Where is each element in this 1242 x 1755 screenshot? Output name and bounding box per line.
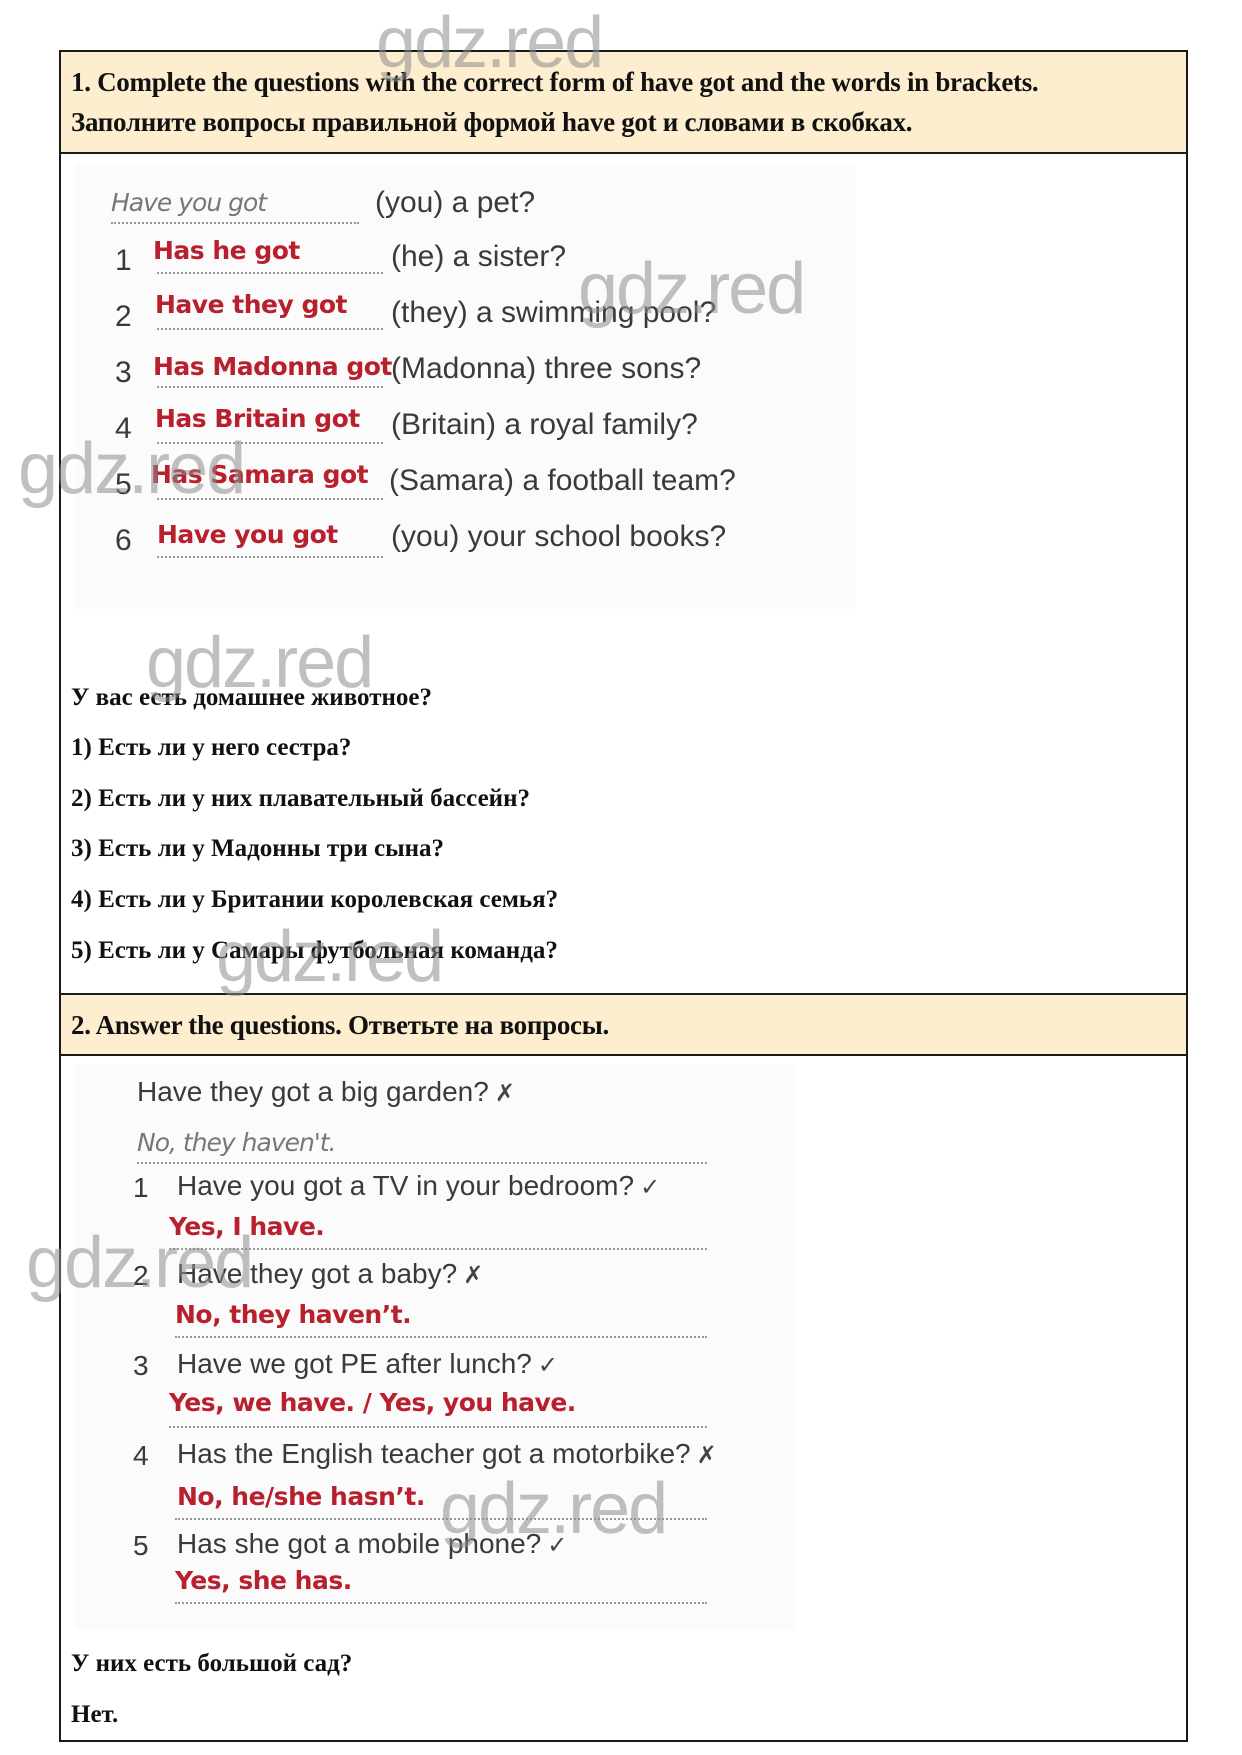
item-prompt: (he) a sister? xyxy=(391,240,567,273)
answer-blank xyxy=(157,272,383,274)
item-number: 4 xyxy=(133,1440,149,1471)
translation-line: 4) Есть ли у Британии королевская семья? xyxy=(71,886,559,913)
item-answer: Have they got xyxy=(155,290,347,319)
item-number: 3 xyxy=(115,356,132,389)
translation-line: 1) Есть ли у него сестра? xyxy=(71,734,352,761)
exercise-table: 1. Complete the questions with the corre… xyxy=(59,50,1188,1742)
item-question: Have you got a TV in your bedroom? ✓ xyxy=(177,1170,660,1202)
example-answer: No, they haven't. xyxy=(137,1128,336,1157)
exercise-1-header: 1. Complete the questions with the corre… xyxy=(61,52,1186,154)
translation-line: 2) Есть ли у них плавательный бассейн? xyxy=(71,785,530,812)
item-answer: Have you got xyxy=(157,520,338,549)
answer-blank xyxy=(111,222,359,224)
check-mark-icon: ✓ xyxy=(547,1531,568,1559)
question-text: Has she got a mobile phone? xyxy=(177,1528,542,1559)
exercise-2-title: 2. Answer the questions. Ответьте на воп… xyxy=(71,1010,609,1040)
answer-blank xyxy=(169,1248,707,1250)
answer-blank xyxy=(175,1602,707,1604)
example-prompt: (you) a pet? xyxy=(375,186,536,219)
translation-line: 3) Есть ли у Мадонны три сына? xyxy=(71,835,445,862)
translation-line: У вас есть домашнее животное? xyxy=(71,684,432,711)
item-prompt: (Madonna) three sons? xyxy=(391,352,702,385)
item-question: Have we got PE after lunch? ✓ xyxy=(177,1348,558,1380)
item-number: 1 xyxy=(133,1172,149,1203)
translation-line: 5) Есть ли у Самары футбольная команда? xyxy=(71,937,558,964)
item-answer: Has Madonna got xyxy=(153,352,392,381)
exercise-2-scan: Have they got a big garden? ✗ No, they ha… xyxy=(75,1064,795,1629)
item-number: 6 xyxy=(115,524,132,557)
answer-blank xyxy=(157,556,383,558)
item-number: 1 xyxy=(115,244,132,277)
item-answer: Has Samara got xyxy=(151,460,369,489)
item-number: 2 xyxy=(133,1260,149,1291)
exercise-2-body: Have they got a big garden? ✗ No, they ha… xyxy=(61,1056,1186,1742)
example-question: Have they got a big garden? ✗ xyxy=(137,1076,515,1108)
item-answer: No, they haven’t. xyxy=(175,1300,412,1329)
example-answer: Have you got xyxy=(111,188,267,217)
question-text: Have they got a big garden? xyxy=(137,1076,489,1107)
exercise-1-title-ru: Заполните вопросы правильной формой have… xyxy=(71,107,913,137)
item-answer: Yes, we have. / Yes, you have. xyxy=(169,1388,576,1417)
exercise-1-title-en: 1. Complete the questions with the corre… xyxy=(71,67,1039,97)
question-text: Has the English teacher got a motorbike? xyxy=(177,1438,691,1469)
answer-blank xyxy=(157,328,383,330)
item-answer: Yes, I have. xyxy=(169,1212,325,1241)
exercise-2-header: 2. Answer the questions. Ответьте на воп… xyxy=(61,993,1186,1056)
cross-mark-icon: ✗ xyxy=(463,1261,484,1289)
item-answer: Has Britain got xyxy=(155,404,360,433)
answer-blank xyxy=(157,442,383,444)
answer-blank xyxy=(175,1518,707,1520)
cross-mark-icon: ✗ xyxy=(494,1079,515,1107)
item-prompt: (they) a swimming pool? xyxy=(391,296,717,329)
answer-blank xyxy=(169,1426,707,1428)
exercise-1-body: Have you got (you) a pet? 1 Has he got (… xyxy=(61,154,1186,993)
item-question: Have they got a baby? ✗ xyxy=(177,1258,483,1290)
item-question: Has the English teacher got a motorbike?… xyxy=(177,1438,717,1470)
translation-line: Нет. xyxy=(71,1701,119,1728)
question-text: Have we got PE after lunch? xyxy=(177,1348,532,1379)
item-prompt: (Samara) a football team? xyxy=(389,464,736,497)
answer-blank xyxy=(175,1336,707,1338)
question-text: Have they got a baby? xyxy=(177,1258,458,1289)
item-number: 5 xyxy=(133,1530,149,1561)
item-answer: Yes, she has. xyxy=(175,1566,352,1595)
answer-blank xyxy=(137,1162,707,1164)
check-mark-icon: ✓ xyxy=(640,1173,661,1201)
item-prompt: (you) your school books? xyxy=(391,520,727,553)
item-number: 4 xyxy=(115,412,132,445)
answer-blank xyxy=(157,498,383,500)
item-number: 2 xyxy=(115,300,132,333)
exercise-1-scan: Have you got (you) a pet? 1 Has he got (… xyxy=(75,164,855,609)
item-prompt: (Britain) a royal family? xyxy=(391,408,698,441)
question-text: Have you got a TV in your bedroom? xyxy=(177,1170,635,1201)
item-answer: No, he/she hasn’t. xyxy=(177,1482,425,1511)
translation-line: У них есть большой сад? xyxy=(71,1650,353,1677)
item-number: 3 xyxy=(133,1350,149,1381)
cross-mark-icon: ✗ xyxy=(696,1441,717,1469)
item-answer: Has he got xyxy=(153,236,300,265)
answer-blank xyxy=(157,386,383,388)
item-question: Has she got a mobile phone? ✓ xyxy=(177,1528,567,1560)
check-mark-icon: ✓ xyxy=(537,1351,558,1379)
item-number: 5 xyxy=(115,468,132,501)
